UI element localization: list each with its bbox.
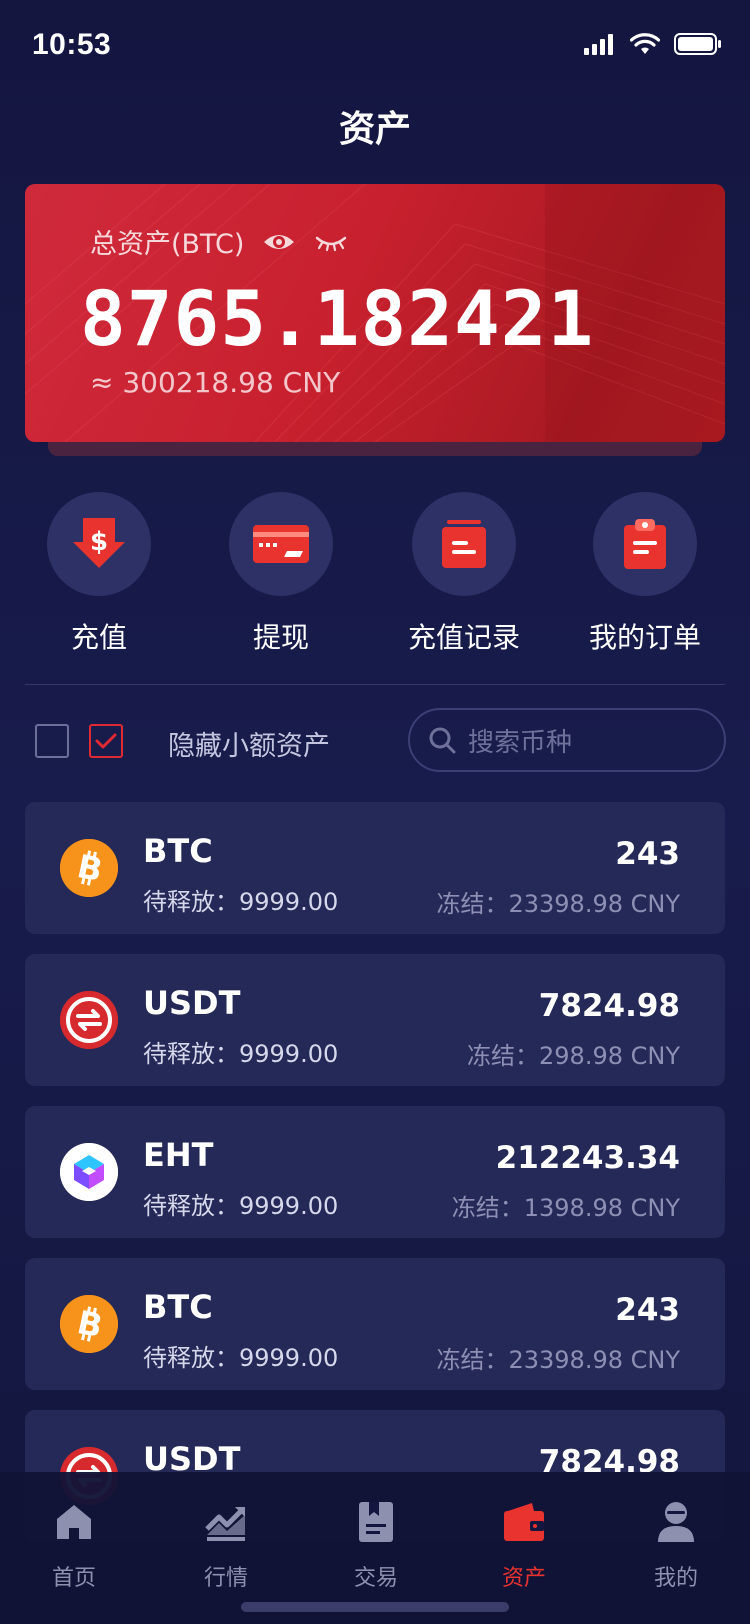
search-icon: [429, 727, 456, 754]
coin-symbol: BTC: [143, 1288, 213, 1326]
tab-market[interactable]: 行情: [166, 1498, 286, 1592]
hide-small-assets-checkbox[interactable]: [89, 724, 123, 758]
home-icon: [57, 1505, 91, 1539]
coin-amount: 243: [615, 1292, 680, 1328]
tab-market-label: 行情: [203, 1566, 248, 1591]
coin-frozen: 冻结：23398.98 CNY: [436, 1346, 680, 1374]
coin-frozen: 冻结：23398.98 CNY: [436, 890, 680, 918]
coin-amount: 7824.98: [538, 988, 680, 1024]
coin-amount: 243: [615, 836, 680, 872]
tab-profile[interactable]: 我的: [616, 1498, 736, 1592]
coin-pending-release: 待释放：9999.00: [143, 1040, 339, 1068]
bitcoin-icon: B: [60, 1295, 118, 1353]
checkmark-icon: [95, 733, 117, 749]
eye-open-icon[interactable]: [262, 230, 296, 254]
checkbox-unchecked[interactable]: [35, 724, 69, 758]
total-asset-value: 8765.182421: [80, 274, 595, 363]
coin-frozen: 冻结：298.98 CNY: [467, 1042, 680, 1070]
wallet-icon: [504, 1503, 544, 1541]
tab-trade-label: 交易: [353, 1566, 398, 1591]
tab-profile-label: 我的: [653, 1566, 698, 1591]
profile-icon: [658, 1502, 694, 1542]
record-icon: [442, 520, 486, 568]
status-time: 10:53: [32, 28, 112, 61]
page-title: 资产: [338, 109, 411, 150]
tab-home-label: 首页: [51, 1566, 96, 1591]
total-asset-cny: ≈ 300218.98 CNY: [90, 366, 341, 399]
svg-text:$: $: [90, 527, 108, 557]
chart-icon: [205, 1507, 245, 1541]
divider: [25, 684, 725, 685]
eye-closed-icon[interactable]: [314, 232, 348, 252]
signal-icon: [584, 34, 613, 55]
status-bar: 10:53: [0, 0, 750, 90]
coin-amount: 212243.34: [495, 1140, 680, 1176]
tab-assets[interactable]: 资产: [464, 1498, 584, 1592]
deposit-record-button[interactable]: 充值记录: [389, 492, 539, 656]
card-icon: [253, 525, 309, 563]
usdt-icon: [60, 991, 118, 1049]
withdraw-label: 提现: [252, 621, 309, 654]
my-orders-label: 我的订单: [588, 621, 701, 654]
deposit-dollar-icon: $: [73, 518, 125, 568]
battery-icon: [674, 33, 721, 55]
home-indicator: [241, 1602, 509, 1612]
tab-assets-label: 资产: [501, 1566, 546, 1591]
total-asset-label-row: 总资产(BTC): [90, 222, 348, 261]
withdraw-button[interactable]: 提现: [206, 492, 356, 656]
coin-row[interactable]: USDT 待释放：9999.00 7824.98 冻结：298.98 CNY: [25, 954, 725, 1086]
filter-row: 隐藏小额资产 搜索币种: [0, 708, 750, 774]
trade-icon: [359, 1502, 393, 1542]
bitcoin-icon: B: [60, 839, 118, 897]
coin-pending-release: 待释放：9999.00: [143, 1192, 339, 1220]
coin-pending-release: 待释放：9999.00: [143, 1344, 339, 1372]
wifi-icon: [630, 33, 660, 54]
deposit-record-label: 充值记录: [407, 621, 520, 654]
tab-trade[interactable]: 交易: [316, 1498, 436, 1592]
total-asset-label: 总资产(BTC): [90, 229, 245, 260]
deposit-label: 充值: [70, 621, 127, 654]
search-coin-input[interactable]: 搜索币种: [408, 708, 726, 772]
status-icons: [584, 32, 722, 56]
quick-actions: $ 充值 提现 充值记录 我的订单: [0, 492, 750, 662]
coin-symbol: EHT: [143, 1136, 214, 1174]
clipboard-icon: [624, 519, 666, 569]
coin-frozen: 冻结：1398.98 CNY: [451, 1194, 680, 1222]
search-placeholder: 搜索币种: [468, 727, 573, 758]
deposit-button[interactable]: $ 充值: [24, 492, 174, 656]
coin-pending-release: 待释放：9999.00: [143, 888, 339, 916]
coin-row[interactable]: EHT 待释放：9999.00 212243.34 冻结：1398.98 CNY: [25, 1106, 725, 1238]
hide-small-assets-label[interactable]: 隐藏小额资产: [168, 724, 330, 763]
coin-row[interactable]: B BTC 待释放：9999.00 243 冻结：23398.98 CNY: [25, 1258, 725, 1390]
coin-row[interactable]: B BTC 待释放：9999.00 243 冻结：23398.98 CNY: [25, 802, 725, 934]
my-orders-button[interactable]: 我的订单: [570, 492, 720, 656]
coin-symbol: BTC: [143, 832, 213, 870]
tab-home[interactable]: 首页: [14, 1498, 134, 1592]
total-asset-card: 总资产(BTC) 8765.182421 ≈ 300218.98 CNY: [25, 184, 725, 442]
coin-symbol: USDT: [143, 984, 241, 1022]
eht-icon: [60, 1143, 118, 1201]
